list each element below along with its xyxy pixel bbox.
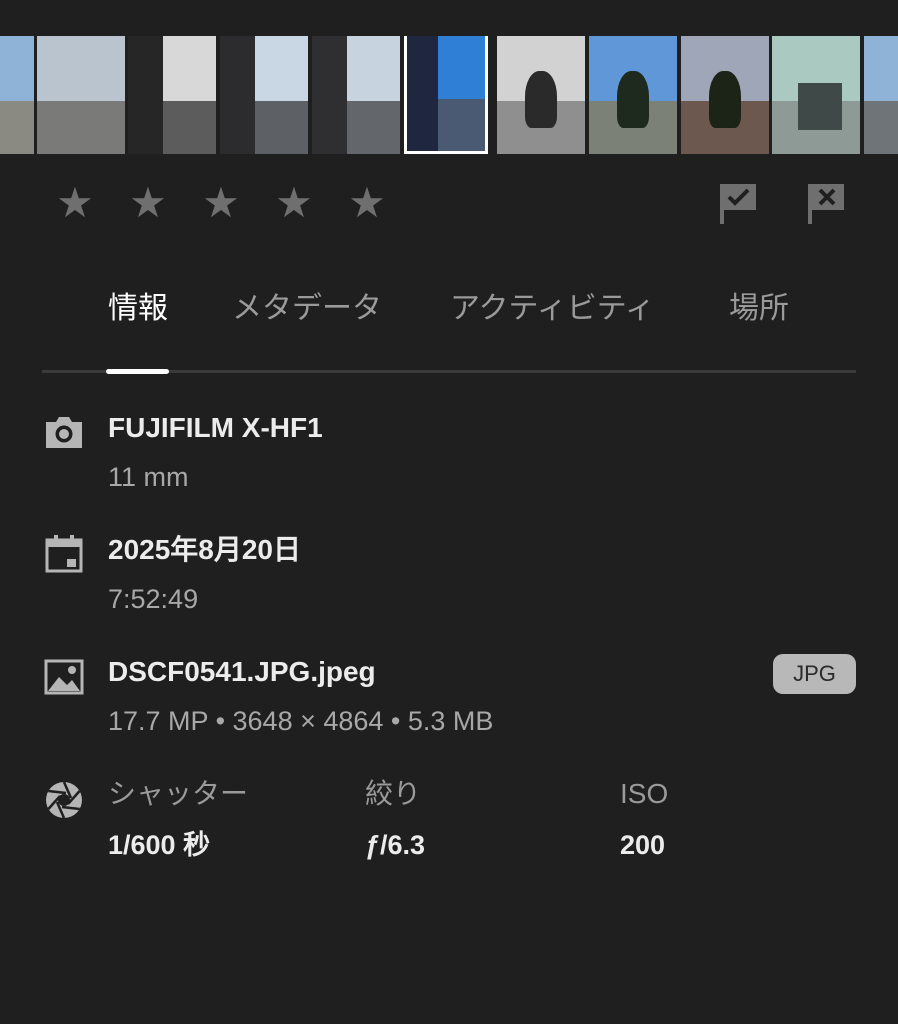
iso-label: ISO [620, 778, 669, 809]
calendar-icon [44, 534, 84, 574]
shutter-label: シャッター [108, 777, 249, 810]
active-tab-indicator [106, 369, 169, 374]
shutter-speed: 1/600 秒 [108, 828, 210, 863]
camera-icon [44, 412, 84, 452]
info-tabs: 情報 メタデータ アクティビティ 場所 [0, 286, 898, 346]
tab-metadata[interactable]: メタデータ [232, 286, 382, 332]
aperture-label: 絞り [365, 777, 422, 810]
file-name: DSCF0541.JPG.jpeg [108, 656, 376, 687]
shutter-value: 1/600 [108, 830, 176, 860]
thumbnail[interactable] [497, 36, 585, 154]
focal-length: 11 mm [108, 462, 189, 492]
tab-info[interactable]: 情報 [108, 286, 168, 332]
thumbnail[interactable] [772, 36, 860, 154]
star-rating[interactable]: ★ ★ ★ ★ ★ [54, 180, 419, 226]
aperture-value: ƒ/6.3 [365, 830, 426, 860]
capture-time: 7:52:49 [108, 584, 199, 614]
flag-reject-button[interactable] [806, 182, 846, 226]
thumbnail[interactable] [864, 36, 898, 154]
iso-value: 200 [620, 830, 666, 860]
flag-x-icon [808, 184, 844, 224]
format-badge: JPG [773, 654, 856, 694]
tab-location[interactable]: 場所 [729, 286, 789, 332]
flag-check-icon [720, 184, 756, 224]
capture-date: 2025年8月20日 [108, 534, 302, 565]
thumbnail[interactable] [589, 36, 677, 154]
filmstrip[interactable] [0, 36, 898, 154]
thumbnail[interactable] [0, 36, 34, 154]
star-icon[interactable]: ★ [200, 180, 242, 226]
aperture-icon [44, 780, 84, 820]
star-icon[interactable]: ★ [54, 180, 96, 226]
thumbnail-selected[interactable] [404, 36, 488, 154]
thumbnail[interactable] [681, 36, 769, 154]
thumbnail[interactable] [37, 36, 125, 154]
star-icon[interactable]: ★ [346, 180, 388, 226]
flag-pick-button[interactable] [718, 182, 758, 226]
thumbnail[interactable] [128, 36, 216, 154]
camera-model: FUJIFILM X-HF1 [108, 412, 323, 443]
star-icon[interactable]: ★ [127, 180, 169, 226]
image-icon [44, 658, 84, 698]
file-details: 17.7 MP • 3648 × 4864 • 5.3 MB [108, 706, 494, 736]
star-icon[interactable]: ★ [273, 180, 315, 226]
tab-activity[interactable]: アクティビティ [450, 286, 655, 332]
thumbnail[interactable] [312, 36, 400, 154]
thumbnail[interactable] [220, 36, 308, 154]
shutter-unit: 秒 [183, 830, 211, 861]
